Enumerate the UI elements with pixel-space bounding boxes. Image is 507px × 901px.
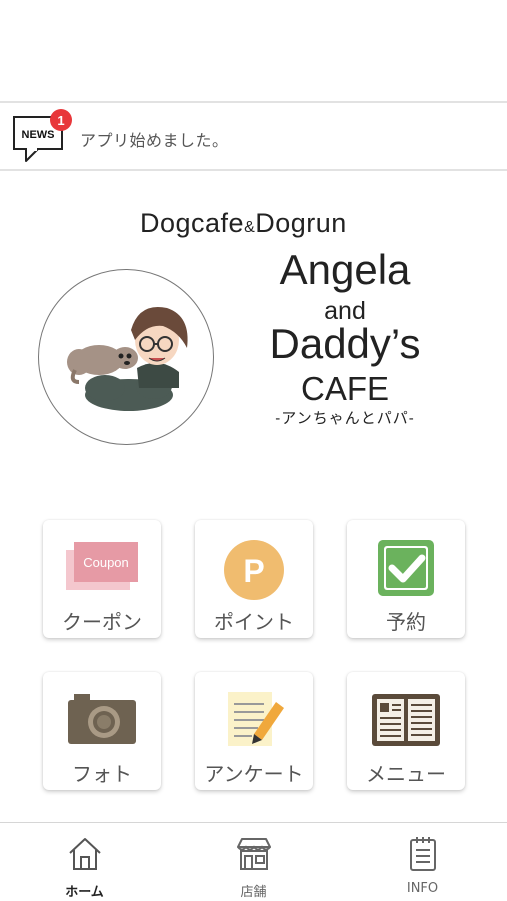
news-message[interactable]: アプリ始めました。	[80, 127, 229, 151]
point-button[interactable]: P ポイント	[195, 520, 313, 638]
menu-label: メニュー	[366, 762, 446, 786]
camera-icon	[68, 694, 136, 744]
home-icon	[69, 838, 101, 870]
tab-info[interactable]: INFO	[338, 823, 507, 901]
info-icon	[410, 837, 436, 871]
bottom-tab-bar: ホーム 店舗 INFO	[0, 822, 507, 901]
menu-book-icon	[372, 694, 440, 746]
photo-label: フォト	[72, 762, 132, 786]
svg-text:P: P	[243, 553, 264, 589]
store-icon	[237, 838, 271, 870]
tab-info-label: INFO	[406, 881, 439, 896]
svg-text:NEWS: NEWS	[22, 129, 55, 141]
logo-subtitle-amp: &	[244, 219, 256, 236]
news-badge: 1	[50, 109, 72, 131]
coupon-label: クーポン	[62, 610, 142, 634]
tab-home-label: ホーム	[65, 885, 104, 900]
photo-button[interactable]: フォト	[43, 672, 161, 790]
logo-title-japanese: -アンちゃんとパパ-	[275, 410, 415, 427]
logo-subtitle-dogcafe: Dogcafe	[140, 208, 245, 238]
point-icon: P	[224, 540, 284, 600]
reservation-icon	[378, 540, 434, 596]
logo-illustration-svg	[67, 306, 188, 411]
tab-home[interactable]: ホーム	[0, 823, 169, 901]
logo-title-cafe: CAFE	[300, 370, 389, 407]
reservation-label: 予約	[386, 610, 426, 634]
reservation-button[interactable]: 予約	[347, 520, 465, 638]
coupon-icon: Coupon	[66, 542, 138, 590]
survey-icon	[228, 692, 284, 746]
news-bar[interactable]: NEWS 1 アプリ始めました。	[0, 101, 507, 171]
logo-title-daddys: Daddy’s	[269, 320, 421, 367]
point-label: ポイント	[214, 610, 294, 634]
survey-button[interactable]: アンケート	[195, 672, 313, 790]
tab-store[interactable]: 店舗	[169, 823, 338, 901]
cafe-logo-illustration	[38, 269, 214, 445]
tab-store-label: 店舗	[240, 885, 267, 900]
logo-subtitle-dogrun: Dogrun	[255, 208, 347, 238]
menu-button[interactable]: メニュー	[347, 672, 465, 790]
survey-label: アンケート	[204, 762, 304, 786]
svg-text:Coupon: Coupon	[83, 555, 129, 570]
logo-title-angela: Angela	[279, 246, 411, 293]
logo-subtitle: Dogcafe&Dogrun	[140, 208, 347, 239]
coupon-button[interactable]: Coupon クーポン	[43, 520, 161, 638]
